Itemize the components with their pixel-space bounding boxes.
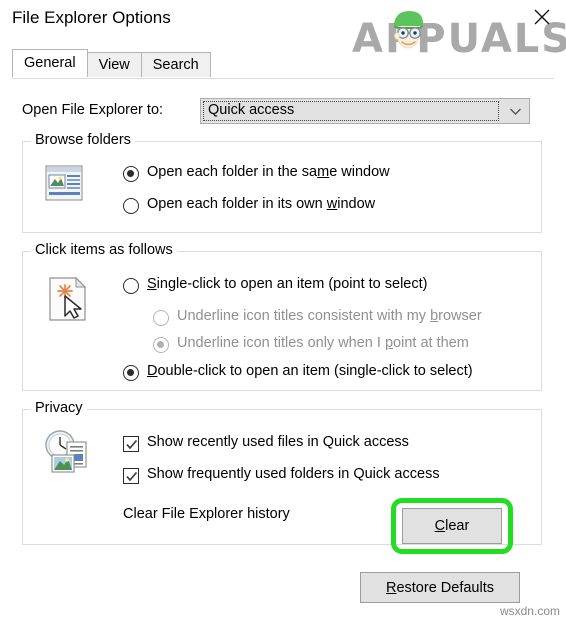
radio-label: Underline icon titles only when I point … [177, 335, 469, 351]
page-cursor-icon [49, 276, 87, 321]
tab-view[interactable]: View [86, 52, 142, 77]
tab-search[interactable]: Search [140, 52, 211, 77]
open-file-explorer-to-label: Open File Explorer to: [22, 102, 164, 118]
click-items-group: Click items as follows Single-click to o… [22, 242, 542, 391]
clear-button[interactable]: Clear [402, 508, 502, 544]
click-items-legend: Click items as follows [31, 242, 177, 258]
close-x-icon [534, 9, 550, 25]
browse-folders-legend: Browse folders [31, 132, 135, 148]
tab-strip: General View Search [12, 49, 211, 79]
radio-label: Underline icon titles consistent with my… [177, 308, 482, 324]
window-title: File Explorer Options [12, 8, 171, 27]
privacy-legend: Privacy [31, 400, 87, 416]
radio-indicator [153, 310, 169, 326]
radio-label: Open each folder in the same window [147, 164, 390, 180]
restore-defaults-button[interactable]: Restore Defaults [360, 572, 520, 603]
close-button[interactable] [528, 4, 556, 30]
checkbox-label: Show frequently used folders in Quick ac… [147, 466, 440, 482]
radio-label: Single-click to open an item (point to s… [147, 276, 428, 292]
checkbox-label: Show recently used files in Quick access [147, 434, 409, 450]
folder-window-icon [45, 165, 83, 201]
open-file-explorer-to-row: Open File Explorer to: Quick access [22, 98, 542, 126]
clear-history-label: Clear File Explorer history [123, 506, 290, 522]
radio-indicator [123, 365, 139, 381]
radio-label: Double-click to open an item (single-cli… [147, 363, 473, 379]
clock-documents-icon [45, 430, 87, 473]
radio-label: Open each folder in its own window [147, 196, 376, 212]
checkbox-indicator [123, 436, 139, 452]
radio-indicator [153, 337, 169, 353]
site-watermark: wsxdn.com [499, 604, 560, 618]
open-file-explorer-to-dropdown[interactable]: Quick access [200, 98, 530, 124]
chevron-down-icon [510, 108, 521, 115]
tab-general[interactable]: General [12, 49, 88, 77]
checkbox-indicator [123, 468, 139, 484]
radio-indicator [123, 278, 139, 294]
dropdown-selected-value: Quick access [208, 102, 295, 118]
title-bar: File Explorer Options [0, 0, 566, 40]
radio-indicator [123, 198, 139, 214]
radio-indicator [123, 166, 139, 182]
browse-folders-group: Browse folders Open each folder in the s… [22, 132, 542, 233]
